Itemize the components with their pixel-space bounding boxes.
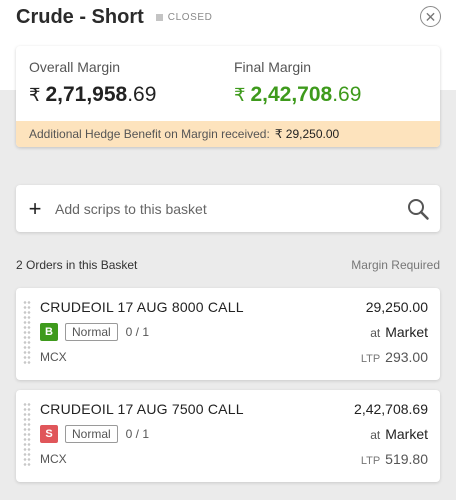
order-type-value: Market bbox=[385, 426, 428, 442]
orders-count: 2 Orders in this Basket bbox=[16, 258, 138, 272]
buy-badge: B bbox=[40, 323, 58, 341]
ltp-label: LTP bbox=[360, 353, 381, 365]
close-icon: ✕ bbox=[424, 8, 437, 25]
order-margin: 2,42,708.69 bbox=[354, 401, 428, 417]
hedge-benefit-text: Additional Hedge Benefit on Margin recei… bbox=[29, 127, 270, 141]
order-card[interactable]: CRUDEOIL 17 AUG 8000 CALL 29,250.00 B No… bbox=[16, 288, 440, 380]
order-type: at Market bbox=[370, 426, 428, 442]
sell-badge: S bbox=[40, 425, 58, 443]
order-details: B Normal 0 / 1 bbox=[40, 323, 149, 341]
overall-margin-decimal: .69 bbox=[127, 83, 157, 106]
ltp: LTP 519.80 bbox=[361, 451, 428, 467]
drag-handle-icon[interactable] bbox=[23, 402, 31, 468]
order-quantity: 0 / 1 bbox=[125, 427, 150, 441]
ltp-label: LTP bbox=[360, 455, 381, 467]
exchange-label: MCX bbox=[40, 452, 67, 466]
hedge-benefit-bar: Additional Hedge Benefit on Margin recei… bbox=[16, 121, 440, 147]
overall-margin-value: ₹ 2,71,958 .69 bbox=[29, 83, 156, 107]
order-type-at: at bbox=[370, 326, 381, 340]
orders-header: 2 Orders in this Basket Margin Required bbox=[16, 258, 440, 274]
title-row: Crude - Short CLOSED bbox=[16, 6, 213, 29]
overall-margin-integer: 2,71,958 bbox=[45, 83, 128, 106]
ltp: LTP 293.00 bbox=[361, 349, 428, 365]
instrument-name: CRUDEOIL 17 AUG 7500 CALL bbox=[40, 401, 244, 417]
overall-margin: Overall Margin ₹ 2,71,958 .69 bbox=[29, 59, 156, 107]
product-type-badge: Normal bbox=[65, 425, 118, 443]
exchange-label: MCX bbox=[40, 350, 67, 364]
overall-margin-label: Overall Margin bbox=[29, 59, 121, 75]
drag-handle-icon[interactable] bbox=[23, 300, 31, 366]
instrument-name: CRUDEOIL 17 AUG 8000 CALL bbox=[40, 299, 244, 315]
plus-icon: + bbox=[28, 195, 42, 221]
search-icon[interactable] bbox=[406, 197, 430, 221]
order-details: S Normal 0 / 1 bbox=[40, 425, 149, 443]
final-margin-decimal: .69 bbox=[332, 83, 362, 106]
basket-status: CLOSED bbox=[167, 12, 213, 23]
close-button[interactable]: ✕ bbox=[420, 6, 441, 27]
margin-required-label: Margin Required bbox=[351, 258, 440, 272]
order-type-at: at bbox=[370, 428, 381, 442]
order-card[interactable]: CRUDEOIL 17 AUG 7500 CALL 2,42,708.69 S … bbox=[16, 390, 440, 482]
product-type-badge: Normal bbox=[65, 323, 118, 341]
final-margin-label: Final Margin bbox=[234, 59, 312, 75]
rupee-icon: ₹ bbox=[234, 85, 246, 105]
final-margin: Final Margin ₹ 2,42,708 .69 bbox=[234, 59, 361, 107]
basket-title: Crude - Short bbox=[16, 6, 144, 28]
ltp-value: 293.00 bbox=[385, 349, 428, 365]
add-scrips-search[interactable]: + Add scrips to this basket bbox=[16, 185, 440, 232]
order-type-value: Market bbox=[385, 324, 428, 340]
search-input[interactable]: Add scrips to this basket bbox=[55, 201, 207, 217]
order-quantity: 0 / 1 bbox=[125, 325, 150, 339]
final-margin-integer: 2,42,708 bbox=[250, 83, 333, 106]
order-type: at Market bbox=[370, 324, 428, 340]
final-margin-value: ₹ 2,42,708 .69 bbox=[234, 83, 361, 107]
ltp-value: 519.80 bbox=[385, 451, 428, 467]
margin-summary-card: Overall Margin ₹ 2,71,958 .69 Final Marg… bbox=[16, 46, 440, 147]
rupee-icon: ₹ bbox=[29, 85, 41, 105]
hedge-benefit-amount: ₹ 29,250.00 bbox=[274, 127, 340, 141]
order-margin: 29,250.00 bbox=[365, 299, 428, 315]
status-indicator-icon bbox=[155, 14, 163, 21]
